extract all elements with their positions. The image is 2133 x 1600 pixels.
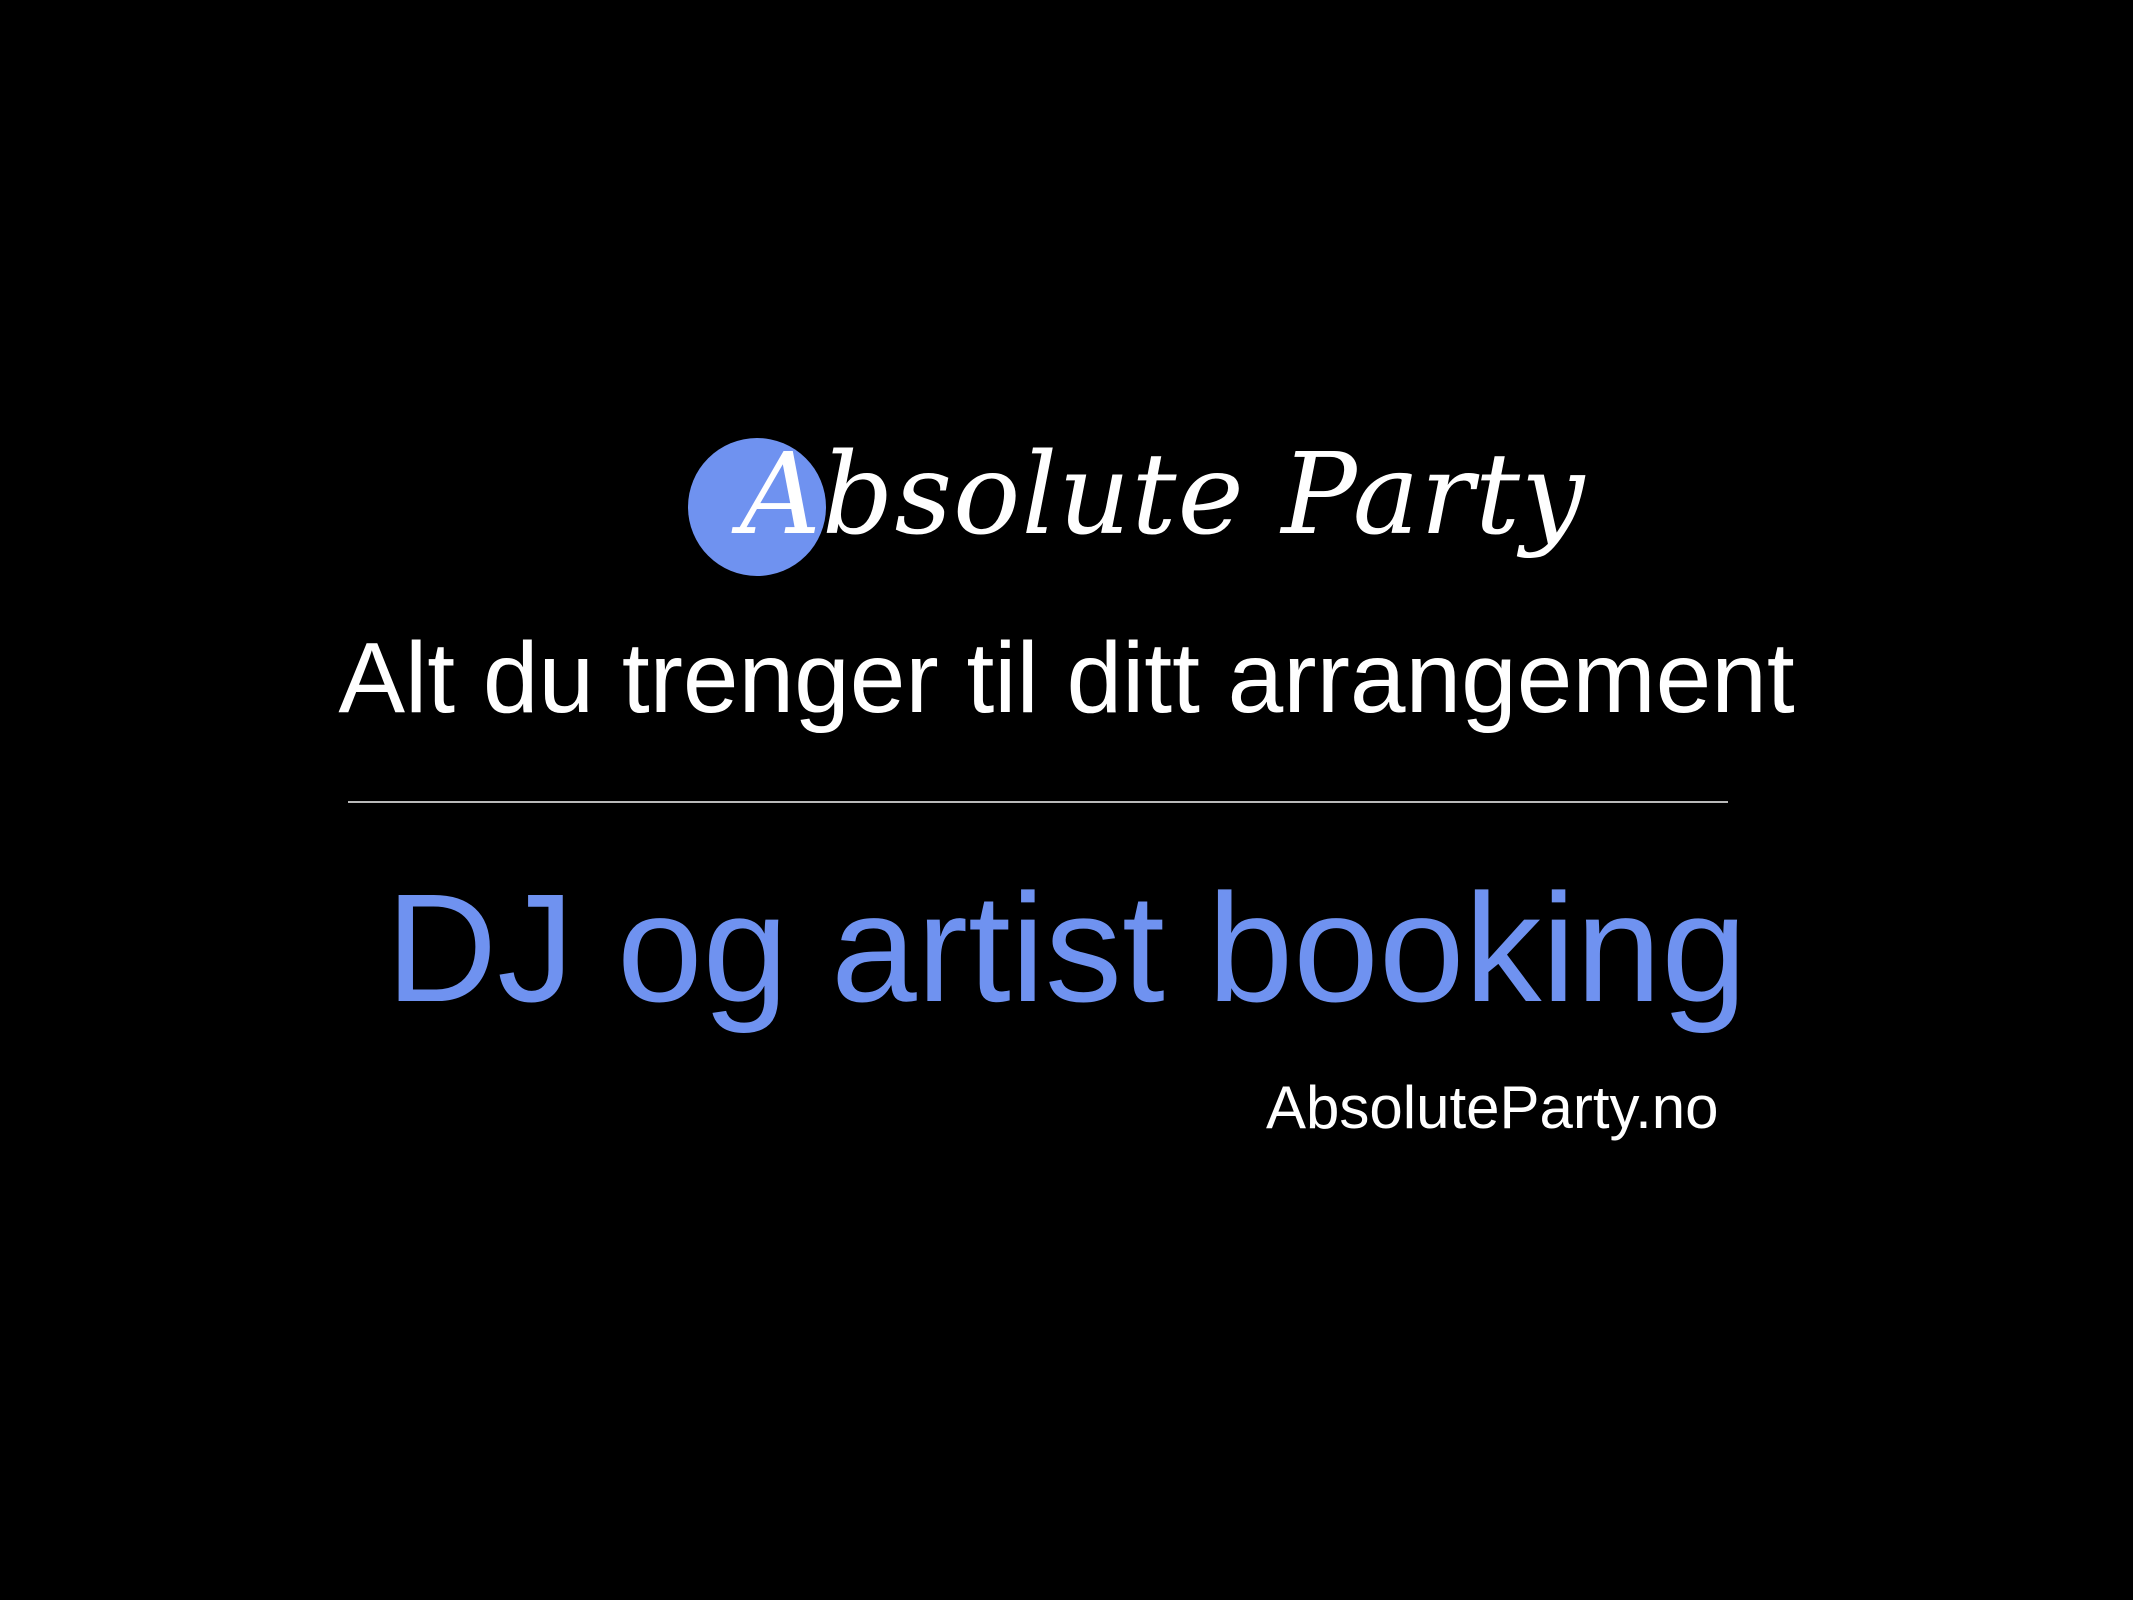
logo-text: Absolute Party xyxy=(740,430,1586,560)
slide: Absolute Party Alt du trenger til ditt a… xyxy=(0,0,2133,1600)
headline: DJ og artist booking xyxy=(385,862,1748,1034)
absolute-party-logo: Absolute Party xyxy=(680,420,1584,600)
divider xyxy=(348,801,1728,803)
website-url: AbsoluteParty.no xyxy=(1266,1074,1719,1141)
tagline: Alt du trenger til ditt arrangement xyxy=(338,622,1795,734)
